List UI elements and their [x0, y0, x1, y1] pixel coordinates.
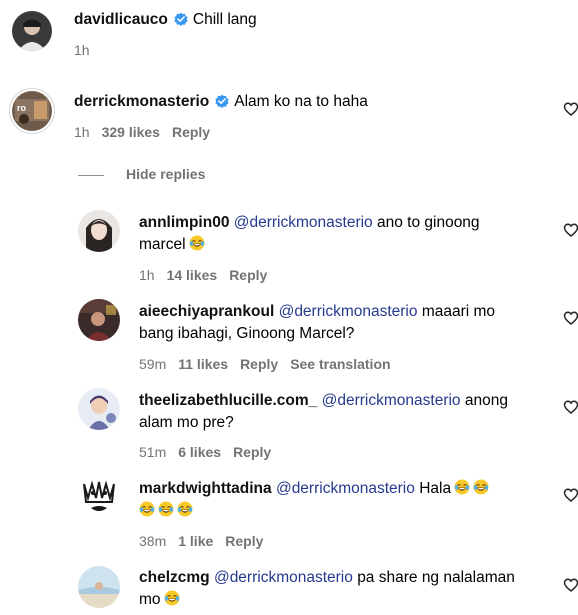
heart-icon[interactable] [563, 101, 578, 117]
heart-icon[interactable] [563, 487, 578, 503]
reply-username[interactable]: annlimpin00 [139, 214, 229, 231]
reply-text: maaari mo [421, 303, 496, 320]
reply-likes[interactable]: 6 likes [178, 444, 221, 460]
reply-username[interactable]: theelizabethlucille.com_ [139, 392, 317, 409]
laughing-emoji-icon [454, 479, 471, 495]
avatar[interactable] [78, 388, 120, 430]
avatar[interactable] [78, 210, 120, 252]
mention-link[interactable]: @derrickmonasterio [234, 214, 373, 231]
mention-link[interactable]: @derrickmonasterio [276, 480, 415, 497]
avatar[interactable] [78, 476, 120, 518]
reply-text-continued: mo [139, 591, 161, 608]
reply-text-continued: alam mo pre? [139, 414, 234, 431]
hide-replies-button[interactable]: Hide replies [78, 166, 205, 186]
heart-icon[interactable] [563, 310, 578, 326]
comment-time: 1h [74, 42, 90, 58]
reply-text: ano to ginoong [376, 214, 480, 231]
reply-likes[interactable]: 11 likes [178, 356, 228, 372]
mention-link[interactable]: @derrickmonasterio [322, 392, 461, 409]
laughing-emoji-icon [188, 235, 205, 251]
avatar[interactable]: ro [12, 91, 52, 131]
verified-badge-icon [173, 11, 189, 27]
comment-text: Alam ko na to haha [234, 93, 368, 110]
comment-text: Chill lang [192, 11, 257, 28]
reply-username[interactable]: aieechiyaprankoul [139, 303, 274, 320]
see-translation-button[interactable]: See translation [290, 356, 390, 372]
reply-time: 38m [139, 533, 167, 549]
reply-time: 59m [139, 356, 167, 372]
comment-time: 1h [74, 124, 90, 140]
reply-button[interactable]: Reply [229, 267, 267, 283]
laughing-emoji-icon [177, 501, 193, 517]
reply-button[interactable]: Reply [240, 356, 278, 372]
laughing-emoji-icon [163, 590, 180, 606]
comment-likes[interactable]: 329 likes [102, 124, 160, 140]
avatar[interactable] [12, 11, 52, 51]
reply-text: pa share ng nalalaman [357, 569, 515, 586]
reply-likes[interactable]: 1 like [178, 533, 213, 549]
reply-likes[interactable]: 14 likes [167, 267, 218, 283]
reply-button[interactable]: Reply [233, 444, 271, 460]
divider [78, 174, 104, 176]
mention-link[interactable]: @derrickmonasterio [279, 303, 418, 320]
reply-button[interactable]: Reply [172, 124, 210, 140]
reply-username[interactable]: chelzcmg [139, 569, 210, 586]
svg-text:ro: ro [17, 103, 27, 113]
reply-text: Hala [419, 480, 452, 497]
heart-icon[interactable] [563, 399, 578, 415]
avatar[interactable] [78, 566, 120, 608]
heart-icon[interactable] [563, 577, 578, 593]
avatar[interactable] [78, 299, 120, 341]
verified-badge-icon [214, 93, 230, 109]
reply-text-continued: bang ibahagi, Ginoong Marcel? [139, 325, 355, 342]
reply-time: 51m [139, 444, 167, 460]
hide-replies-label: Hide replies [126, 166, 206, 182]
reply-time: 1h [139, 267, 155, 283]
reply-text: anong [464, 392, 508, 409]
comment-username[interactable]: derrickmonasterio [74, 93, 209, 110]
laughing-emoji-icon [473, 479, 490, 495]
heart-icon[interactable] [563, 222, 578, 238]
comment-username[interactable]: davidlicauco [74, 11, 168, 28]
reply-text-continued: marcel [139, 236, 186, 253]
laughing-emoji-icon [139, 501, 155, 517]
mention-link[interactable]: @derrickmonasterio [214, 569, 353, 586]
reply-username[interactable]: markdwighttadina [139, 480, 272, 497]
reply-button[interactable]: Reply [225, 533, 263, 549]
laughing-emoji-icon [158, 501, 174, 517]
